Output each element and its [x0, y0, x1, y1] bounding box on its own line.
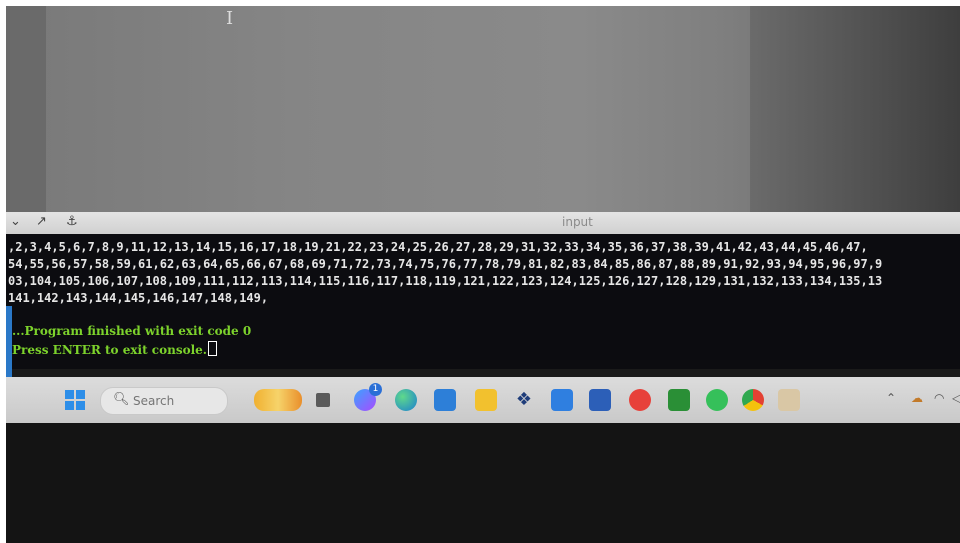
output-line: 54,55,56,57,58,59,61,62,63,64,65,66,67,6…	[8, 257, 883, 271]
exit-status-message: ...Program finished with exit code 0	[12, 324, 252, 338]
speaker-icon[interactable]: ◁	[952, 391, 960, 405]
task-view-icon[interactable]	[316, 393, 330, 407]
dolby-icon[interactable]	[589, 389, 611, 411]
dropbox-icon[interactable]: ❖	[513, 389, 535, 411]
console-title-bar: ⌄ ↗ ⚓ input	[6, 212, 960, 235]
app-icon[interactable]	[551, 389, 573, 411]
nvidia-icon[interactable]	[668, 389, 690, 411]
chrome-remote-icon[interactable]	[629, 389, 651, 411]
console-caret[interactable]	[207, 341, 217, 356]
chrome-icon[interactable]	[742, 389, 764, 411]
output-line: 141,142,143,144,145,146,147,148,149,	[8, 291, 269, 305]
copilot-icon[interactable]: 1	[354, 383, 382, 411]
console-tab-title[interactable]: input	[562, 215, 593, 229]
search-icon: 🔍︎	[113, 392, 130, 407]
photo-app-icon[interactable]	[778, 389, 800, 411]
press-enter-prompt: Press ENTER to exit console.	[12, 341, 217, 357]
search-input[interactable]	[131, 392, 223, 410]
pin-icon[interactable]: ⚓	[66, 214, 78, 229]
edge-icon[interactable]	[395, 389, 417, 411]
widgets-icon[interactable]	[254, 389, 302, 411]
wifi-icon[interactable]: ◠	[934, 391, 944, 405]
window-edge-accent	[6, 306, 12, 381]
file-explorer-icon[interactable]	[475, 389, 497, 411]
taskbar-search[interactable]: 🔍︎	[100, 387, 228, 415]
monitor-screen: I ⌄ ↗ ⚓ input ,2,3,4,5,6,7,8,9,11,12,13,…	[6, 6, 960, 543]
output-line: 03,104,105,106,107,108,109,111,112,113,1…	[8, 274, 883, 288]
code-editor-area[interactable]: I	[6, 6, 960, 212]
console-output[interactable]: ,2,3,4,5,6,7,8,9,11,12,13,14,15,16,17,18…	[6, 234, 960, 369]
output-line: ,2,3,4,5,6,7,8,9,11,12,13,14,15,16,17,18…	[8, 240, 868, 254]
editor-scroll-region[interactable]	[750, 6, 960, 212]
windows-taskbar: 🔍︎ 1 ❖ ⌃ ☁ ◠ ◁	[6, 377, 960, 423]
cloud-icon[interactable]: ☁	[911, 391, 923, 405]
text-cursor-icon: I	[226, 8, 234, 29]
chevron-down-icon[interactable]: ⌄	[10, 214, 21, 229]
whatsapp-icon[interactable]	[706, 389, 728, 411]
expand-icon[interactable]: ↗	[36, 214, 47, 229]
chevron-up-icon[interactable]: ⌃	[886, 391, 896, 405]
monitor-bezel-bottom	[6, 423, 960, 543]
windows-start-icon[interactable]	[65, 390, 85, 410]
editor-gutter	[6, 6, 46, 212]
store-icon[interactable]	[434, 389, 456, 411]
notification-badge: 1	[369, 383, 382, 396]
prompt-text: Press ENTER to exit console.	[12, 343, 207, 357]
